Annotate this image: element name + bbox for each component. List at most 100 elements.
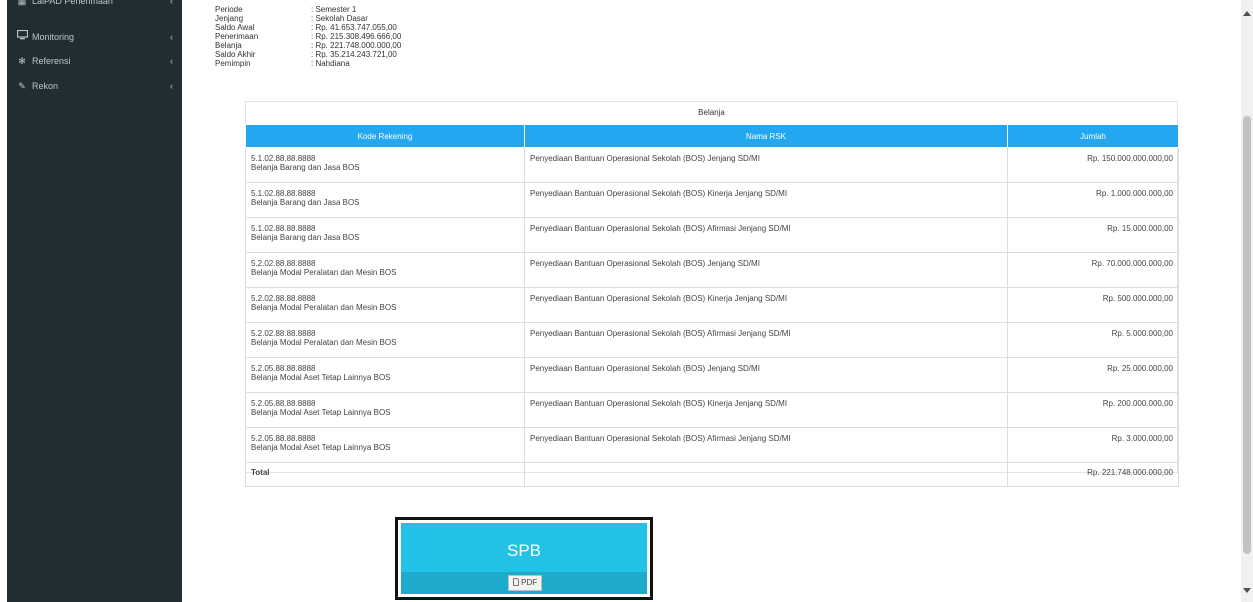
cell-nama: Penyediaan Bantuan Operasional Sekolah (… <box>524 392 1008 428</box>
kode-desc: Belanja Modal Peralatan dan Mesin BOS <box>251 338 397 347</box>
info-value: : Sekolah Dasar <box>311 14 368 23</box>
cell-kode: 5.2.05.88.88.8888 Belanja Modal Aset Teta… <box>245 427 525 463</box>
kode-desc: Belanja Modal Aset Tetap Lainnya BOS <box>251 408 391 417</box>
column-header-jumlah[interactable]: Jumlah <box>1007 124 1179 148</box>
kode-rekening: 5.2.02.88.88.8888 <box>251 259 316 268</box>
kode-rekening: 5.1.02.88.88.8888 <box>251 154 316 163</box>
cell-kode: 5.1.02.88.88.8888 Belanja Barang dan Jasa… <box>245 182 525 218</box>
table-row: 5.1.02.88.88.8888 Belanja Barang dan Jasa… <box>245 182 1179 218</box>
cell-jumlah: Rp. 25.000.000,00 <box>1007 357 1179 393</box>
kode-rekening: 5.2.02.88.88.8888 <box>251 329 316 338</box>
cell-nama: Penyediaan Bantuan Operasional Sekolah (… <box>524 322 1008 358</box>
sidebar-item-referensi[interactable]: ✻ Referensi ‹ <box>7 49 182 73</box>
cell-kode: 5.2.05.88.88.8888 Belanja Modal Aset Teta… <box>245 357 525 393</box>
total-row: Total Rp. 221.748.000.000,00 <box>245 462 1179 487</box>
cell-jumlah: Rp. 15.000.000,00 <box>1007 217 1179 253</box>
sidebar-item-label: Referensi <box>32 56 71 66</box>
cell-kode: 5.2.02.88.88.8888 Belanja Modal Peralatan… <box>245 287 525 323</box>
sidebar-item-label: LaiPAD Penerimaan <box>32 0 113 6</box>
kode-desc: Belanja Barang dan Jasa BOS <box>251 198 360 207</box>
belanja-table: Kode Rekening Nama RSK Jumlah 5.1.02.88.… <box>245 124 1179 487</box>
table-row: 5.1.02.88.88.8888 Belanja Barang dan Jasa… <box>245 147 1179 183</box>
kode-rekening: 5.2.05.88.88.8888 <box>251 364 316 373</box>
cell-nama: Penyediaan Bantuan Operasional Sekolah (… <box>524 217 1008 253</box>
spb-footer: PDF <box>401 572 647 594</box>
kode-desc: Belanja Modal Aset Tetap Lainnya BOS <box>251 373 391 382</box>
kode-desc: Belanja Modal Aset Tetap Lainnya BOS <box>251 443 391 452</box>
spb-card: SPB PDF <box>401 523 647 594</box>
vertical-scrollbar[interactable] <box>1241 0 1253 602</box>
cell-nama: Penyediaan Bantuan Operasional Sekolah (… <box>524 427 1008 463</box>
sidebar-item-rekon[interactable]: ✎ Rekon ‹ <box>7 74 182 98</box>
gear-icon: ✻ <box>18 56 26 66</box>
cell-jumlah: Rp. 200.000.000,00 <box>1007 392 1179 428</box>
cell-jumlah: Rp. 3.000.000,00 <box>1007 427 1179 463</box>
table-row: 5.2.05.88.88.8888 Belanja Modal Aset Teta… <box>245 392 1179 428</box>
sidebar-item-monitoring[interactable]: Monitoring ‹ <box>7 25 182 49</box>
sidebar: ▦ LaiPAD Penerimaan ‹ Monitoring ‹ ✻ Ref… <box>7 0 182 602</box>
chevron-left-icon: ‹ <box>170 56 173 66</box>
kode-rekening: 5.1.02.88.88.8888 <box>251 224 316 233</box>
cell-jumlah: Rp. 1.000.000.000,00 <box>1007 182 1179 218</box>
monitor-icon <box>16 25 28 49</box>
edit-icon: ✎ <box>18 81 26 91</box>
cell-nama: Penyediaan Bantuan Operasional Sekolah (… <box>524 357 1008 393</box>
cell-kode: 5.1.02.88.88.8888 Belanja Barang dan Jasa… <box>245 147 525 183</box>
pdf-button[interactable]: PDF <box>508 575 542 591</box>
info-key: Jenjang <box>215 14 244 23</box>
info-key: Saldo Awal <box>215 23 255 32</box>
kode-rekening: 5.1.02.88.88.8888 <box>251 189 316 198</box>
kode-desc: Belanja Barang dan Jasa BOS <box>251 163 360 172</box>
scrollbar-thumb[interactable] <box>1243 116 1251 554</box>
table-row: 5.1.02.88.88.8888 Belanja Barang dan Jasa… <box>245 217 1179 253</box>
cell-kode: 5.2.05.88.88.8888 Belanja Modal Aset Teta… <box>245 392 525 428</box>
sidebar-item-laipad[interactable]: ▦ LaiPAD Penerimaan ‹ <box>7 0 182 13</box>
kode-desc: Belanja Modal Peralatan dan Mesin BOS <box>251 303 397 312</box>
column-header-kode[interactable]: Kode Rekening <box>245 124 525 148</box>
cell-nama: Penyediaan Bantuan Operasional Sekolah (… <box>524 147 1008 183</box>
info-value: : Rp. 221.748.000.000,00 <box>311 41 402 50</box>
table-header-row: Kode Rekening Nama RSK Jumlah <box>245 124 1179 148</box>
info-value: : Semester 1 <box>311 5 357 14</box>
info-value: : Nahdiana <box>311 59 350 68</box>
info-key: Belanja <box>215 41 242 50</box>
info-value: : Rp. 35.214.243.721,00 <box>311 50 397 59</box>
chevron-left-icon: ‹ <box>170 81 173 91</box>
cell-jumlah: Rp. 150.000.000.000,00 <box>1007 147 1179 183</box>
table-row: 5.2.05.88.88.8888 Belanja Modal Aset Teta… <box>245 357 1179 393</box>
panel-title: Belanja <box>698 108 725 117</box>
pdf-label: PDF <box>521 578 538 587</box>
kode-desc: Belanja Barang dan Jasa BOS <box>251 233 360 242</box>
belanja-panel: Belanja Kode Rekening Nama RSK Jumlah 5.… <box>245 101 1179 487</box>
table-row: 5.2.02.88.88.8888 Belanja Modal Peralatan… <box>245 252 1179 288</box>
total-value: Rp. 221.748.000.000,00 <box>1007 462 1179 487</box>
spb-title: SPB <box>506 541 542 560</box>
table-row: 5.2.02.88.88.8888 Belanja Modal Peralatan… <box>245 287 1179 323</box>
info-value: : Rp. 41.653.747.055,00 <box>311 23 397 32</box>
kode-rekening: 5.2.02.88.88.8888 <box>251 294 316 303</box>
cell-kode: 5.2.02.88.88.8888 Belanja Modal Peralatan… <box>245 252 525 288</box>
scroll-up-arrow-icon[interactable] <box>1243 11 1251 16</box>
sidebar-item-label: Monitoring <box>32 32 75 42</box>
info-key: Saldo Akhir <box>215 50 256 59</box>
file-icon <box>512 578 521 587</box>
kode-rekening: 5.2.05.88.88.8888 <box>251 434 316 443</box>
cell-jumlah: Rp. 70.000.000.000,00 <box>1007 252 1179 288</box>
sidebar-item-label: Rekon <box>32 81 59 91</box>
chevron-left-icon: ‹ <box>170 32 173 42</box>
scroll-down-arrow-icon[interactable] <box>1243 588 1251 593</box>
kode-rekening: 5.2.05.88.88.8888 <box>251 399 316 408</box>
cell-nama: Penyediaan Bantuan Operasional Sekolah (… <box>524 182 1008 218</box>
info-key: Pemimpin <box>215 59 251 68</box>
total-label: Total <box>245 462 525 487</box>
table-row: 5.2.05.88.88.8888 Belanja Modal Aset Teta… <box>245 427 1179 463</box>
cell-jumlah: Rp. 500.000.000,00 <box>1007 287 1179 323</box>
total-empty <box>524 462 1008 487</box>
table-row: 5.2.02.88.88.8888 Belanja Modal Peralatan… <box>245 322 1179 358</box>
cell-nama: Penyediaan Bantuan Operasional Sekolah (… <box>524 287 1008 323</box>
cell-kode: 5.2.02.88.88.8888 Belanja Modal Peralatan… <box>245 322 525 358</box>
cell-kode: 5.1.02.88.88.8888 Belanja Barang dan Jasa… <box>245 217 525 253</box>
column-header-nama[interactable]: Nama RSK <box>524 124 1008 148</box>
kode-desc: Belanja Modal Peralatan dan Mesin BOS <box>251 268 397 277</box>
info-key: Periode <box>215 5 243 14</box>
